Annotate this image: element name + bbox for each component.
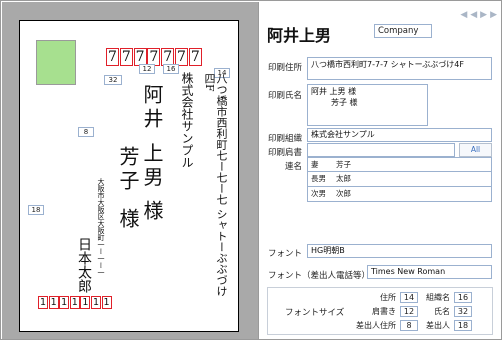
recipient-name-1: 阿井 上男 <box>140 84 164 191</box>
sender-name: 日本太郎 <box>76 237 92 293</box>
org-field[interactable]: 株式会社サンプル <box>307 128 492 142</box>
all-clear-button[interactable]: All Clear <box>459 143 492 166</box>
position-label: 印刷肩書 <box>268 148 303 158</box>
size-value-field[interactable]: 32 <box>454 306 472 317</box>
size-label: 氏名 <box>434 307 450 316</box>
rengo-name: 芳子 <box>336 160 351 169</box>
postal-digit: 7 <box>119 48 133 66</box>
recipient-address-line1: 八つ橋市西利町七ー七ー七 シャトーぶぶづけ <box>215 73 228 297</box>
postal-digit: 1 <box>48 296 59 309</box>
size-badge[interactable]: 32 <box>104 75 122 85</box>
first-record-icon[interactable]: ◀ <box>460 10 467 20</box>
font-sender-field[interactable]: Times New Roman <box>367 265 492 279</box>
size-label: 肩書き <box>372 307 396 316</box>
record-title: 阿井上男 <box>267 26 332 45</box>
rengo-row[interactable]: 次男 次郎 <box>307 187 492 202</box>
name-line-2: 芳子 様 <box>331 98 358 107</box>
next-record-icon[interactable]: ▶ <box>480 10 487 20</box>
size-position-row: 肩書き 12 <box>356 306 418 317</box>
size-value-field[interactable]: 14 <box>400 292 418 303</box>
previous-record-icon[interactable]: ◀ <box>470 10 477 20</box>
font-field[interactable]: HG明朝B <box>307 244 492 258</box>
size-value-field[interactable]: 8 <box>400 320 418 331</box>
font-size-group: フォントサイズ 住所 14 肩書き 12 差出人住所 8 組織名 16 氏名 3… <box>267 287 493 335</box>
honorific-1: 様 <box>140 200 164 220</box>
rengo-relation: 次男 <box>311 189 326 198</box>
rengo-name: 太郎 <box>336 174 351 183</box>
postal-digit: 1 <box>59 296 70 309</box>
postcard-preview-area: 7 7 7 7 7 7 7 32 12 16 14 8 18 八つ橋市西利町七ー… <box>2 2 258 339</box>
size-name-row: 氏名 32 <box>420 306 472 317</box>
record-navigation: ◀ ◀ ▶ ▶ <box>457 10 497 20</box>
size-org-row: 組織名 16 <box>420 292 472 303</box>
postal-digit: 1 <box>90 296 101 309</box>
size-value-field[interactable]: 16 <box>454 292 472 303</box>
postal-digit: 1 <box>38 296 48 309</box>
postal-digit: 1 <box>69 296 80 309</box>
size-badge[interactable]: 8 <box>78 127 94 137</box>
postcard: 7 7 7 7 7 7 7 32 12 16 14 8 18 八つ橋市西利町七ー… <box>19 20 239 332</box>
postal-digit: 1 <box>101 296 112 309</box>
rengo-row[interactable]: 妻 芳子 <box>307 157 492 172</box>
size-value-field[interactable]: 12 <box>400 306 418 317</box>
font-label: フォント <box>268 249 303 259</box>
size-label: 差出人住所 <box>356 321 396 330</box>
size-label: 住所 <box>380 293 396 302</box>
font-size-label: フォントサイズ <box>285 308 345 318</box>
size-badge[interactable]: 16 <box>163 64 179 74</box>
rengo-relation: 妻 <box>311 160 319 169</box>
sender-address: 大阪市大阪区大阪町一ー一ー一 <box>97 178 105 276</box>
rengo-label: 連名 <box>285 162 303 172</box>
size-address-row: 住所 14 <box>356 292 418 303</box>
sender-postal-boxes: 1 1 1 1 1 1 1 <box>38 296 112 309</box>
address-label: 印刷住所 <box>268 63 303 73</box>
recipient-org: 株式会社サンプル <box>180 72 194 168</box>
name-field[interactable]: 阿井 上男 様 芳子 様 <box>307 84 428 126</box>
size-label: 差出人 <box>426 321 450 330</box>
app-window: 7 7 7 7 7 7 7 32 12 16 14 8 18 八つ橋市西利町七ー… <box>0 0 502 340</box>
rengo-relation: 長男 <box>311 174 326 183</box>
postal-digit: 1 <box>80 296 91 309</box>
org-label: 印刷組織 <box>268 134 303 144</box>
size-value-field[interactable]: 18 <box>454 320 472 331</box>
size-sender-row: 差出人 18 <box>420 320 472 331</box>
address-field[interactable]: 八つ橋市西利町7-7-7 シャトーぶぶづけ4F <box>307 57 492 80</box>
rengo-list: 妻 芳子 長男 太郎 次男 次郎 <box>307 157 492 202</box>
name-label: 印刷氏名 <box>268 91 303 101</box>
size-label: 組織名 <box>426 293 450 302</box>
record-form: ◀ ◀ ▶ ▶ 阿井上男 Company 印刷住所 八つ橋市西利町7-7-7 シ… <box>258 2 501 339</box>
stamp-placeholder <box>36 40 76 85</box>
company-field[interactable]: Company <box>374 24 432 38</box>
rengo-row[interactable]: 長男 太郎 <box>307 172 492 187</box>
size-badge[interactable]: 18 <box>28 205 44 215</box>
postal-digit: 7 <box>106 48 119 66</box>
honorific-2: 様 <box>116 208 140 228</box>
size-badge[interactable]: 12 <box>139 64 155 74</box>
recipient-name-2: 芳子 <box>116 146 140 194</box>
rengo-name: 次郎 <box>336 189 351 198</box>
size-sender-address-row: 差出人住所 8 <box>340 320 418 331</box>
name-line-1: 阿井 上男 様 <box>311 87 357 96</box>
font-sender-label: フォント（差出人電話等） <box>268 271 371 281</box>
position-field[interactable] <box>307 143 455 157</box>
recipient-address-line2: 四F <box>203 73 216 92</box>
last-record-icon[interactable]: ▶ <box>490 10 497 20</box>
postal-digit: 7 <box>188 48 202 66</box>
